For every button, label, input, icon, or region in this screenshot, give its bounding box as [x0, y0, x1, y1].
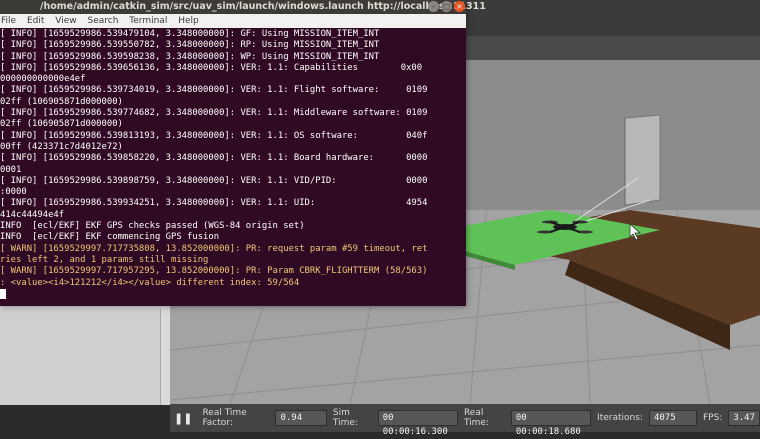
terminal-title: /home/admin/catkin_sim/src/uav_sim/launc… [40, 1, 486, 12]
terminal-line: 02ff (106905871d000000) [0, 119, 123, 130]
terminal-line: [ INFO] [1659529986.539934251, 3.3480000… [0, 198, 428, 209]
menu-help[interactable]: Help [178, 16, 199, 26]
terminal-line: 000000000000e4ef [0, 74, 86, 85]
iterations-value: 4075 [648, 410, 697, 426]
terminal-line: [ WARN] [1659529997.717957295, 13.852000… [0, 266, 428, 277]
terminal-window[interactable]: /home/admin/catkin_sim/src/uav_sim/launc… [0, 0, 486, 306]
terminal-line: [ WARN] [1659529997.717735808, 13.852000… [0, 243, 428, 254]
fps-label: FPS: [702, 413, 723, 423]
terminal-line: [ INFO] [1659529986.539598238, 3.3480000… [0, 51, 380, 62]
terminal-line: [ INFO] [1659529986.539550782, 3.3480000… [0, 40, 380, 51]
terminal-line: [ INFO] [1659529986.539734019, 3.3480000… [0, 85, 428, 96]
gazebo-toolbar: ⧉ ▣ ⊨ ∩ ▦ ▾ ◙ ▤ ∿ ◼ [466, 36, 760, 91]
terminal-line: [ INFO] [1659529986.539898759, 3.3480000… [0, 175, 428, 186]
gazebo-status-bar: ❚❚ Real Time Factor: 0.94 Sim Time: 00 0… [170, 404, 760, 437]
gazebo-left-panel-inner [0, 309, 161, 405]
menu-edit[interactable]: Edit [27, 16, 44, 26]
iterations-label: Iterations: [597, 413, 643, 423]
terminal-line: [ INFO] [1659529986.539858220, 3.3480000… [0, 153, 428, 164]
close-icon[interactable]: × [454, 1, 465, 12]
maximize-icon[interactable]: □ [441, 1, 452, 12]
menu-file[interactable]: File [1, 16, 16, 26]
menu-search[interactable]: Search [87, 16, 118, 26]
terminal-line: 0001 [0, 164, 22, 175]
terminal-line: 00ff (423371c7d4012e72) [0, 141, 123, 152]
terminal-line: [ INFO] [1659529986.539774682, 3.3480000… [0, 108, 428, 119]
terminal-cursor-line [0, 288, 466, 301]
terminal-output[interactable]: [ INFO] [1659529986.539479104, 3.3480000… [0, 29, 466, 306]
menu-view[interactable]: View [55, 16, 76, 26]
real-time-value: 00 00:00:18.680 [510, 410, 592, 437]
gazebo-left-panel [0, 300, 170, 405]
terminal-line: [ INFO] [1659529986.539656136, 3.3480000… [0, 62, 423, 73]
terminal-cursor [0, 288, 6, 299]
terminal-line: 414c44494e4f [0, 209, 65, 220]
real-time-factor-label: Real Time Factor: [202, 408, 247, 428]
real-time-factor-value: 0.94 [275, 410, 327, 426]
terminal-line: 02ff (106905871d000000) [0, 96, 123, 107]
terminal-line: : <value><i4>121212</i4></value> differe… [0, 277, 300, 288]
terminal-line: ries left 2, and 1 params still missing [0, 254, 209, 265]
terminal-line: [ INFO] [1659529986.539813193, 3.3480000… [0, 130, 428, 141]
terminal-line: :0000 [0, 187, 27, 198]
terminal-line: INFO [ecl/EKF] EKF GPS checks passed (WG… [0, 221, 305, 232]
terminal-line: INFO [ecl/EKF] EKF commencing GPS fusion [0, 232, 220, 243]
menu-terminal[interactable]: Terminal [129, 16, 167, 26]
pause-icon[interactable]: ❚❚ [174, 412, 192, 425]
sim-time-value: 00 00:00:16.300 [377, 410, 458, 437]
sim-time-label: Sim Time: [332, 408, 358, 428]
terminal-menu-bar: File Edit View Search Terminal Help [0, 14, 466, 28]
minimize-icon[interactable]: – [428, 1, 439, 12]
fps-value: 3.47 [728, 410, 760, 426]
real-time-label: Real Time: [463, 408, 489, 428]
terminal-title-bar[interactable]: /home/admin/catkin_sim/src/uav_sim/launc… [0, 0, 486, 14]
terminal-line: [ INFO] [1659529986.539479104, 3.3480000… [0, 29, 380, 39]
